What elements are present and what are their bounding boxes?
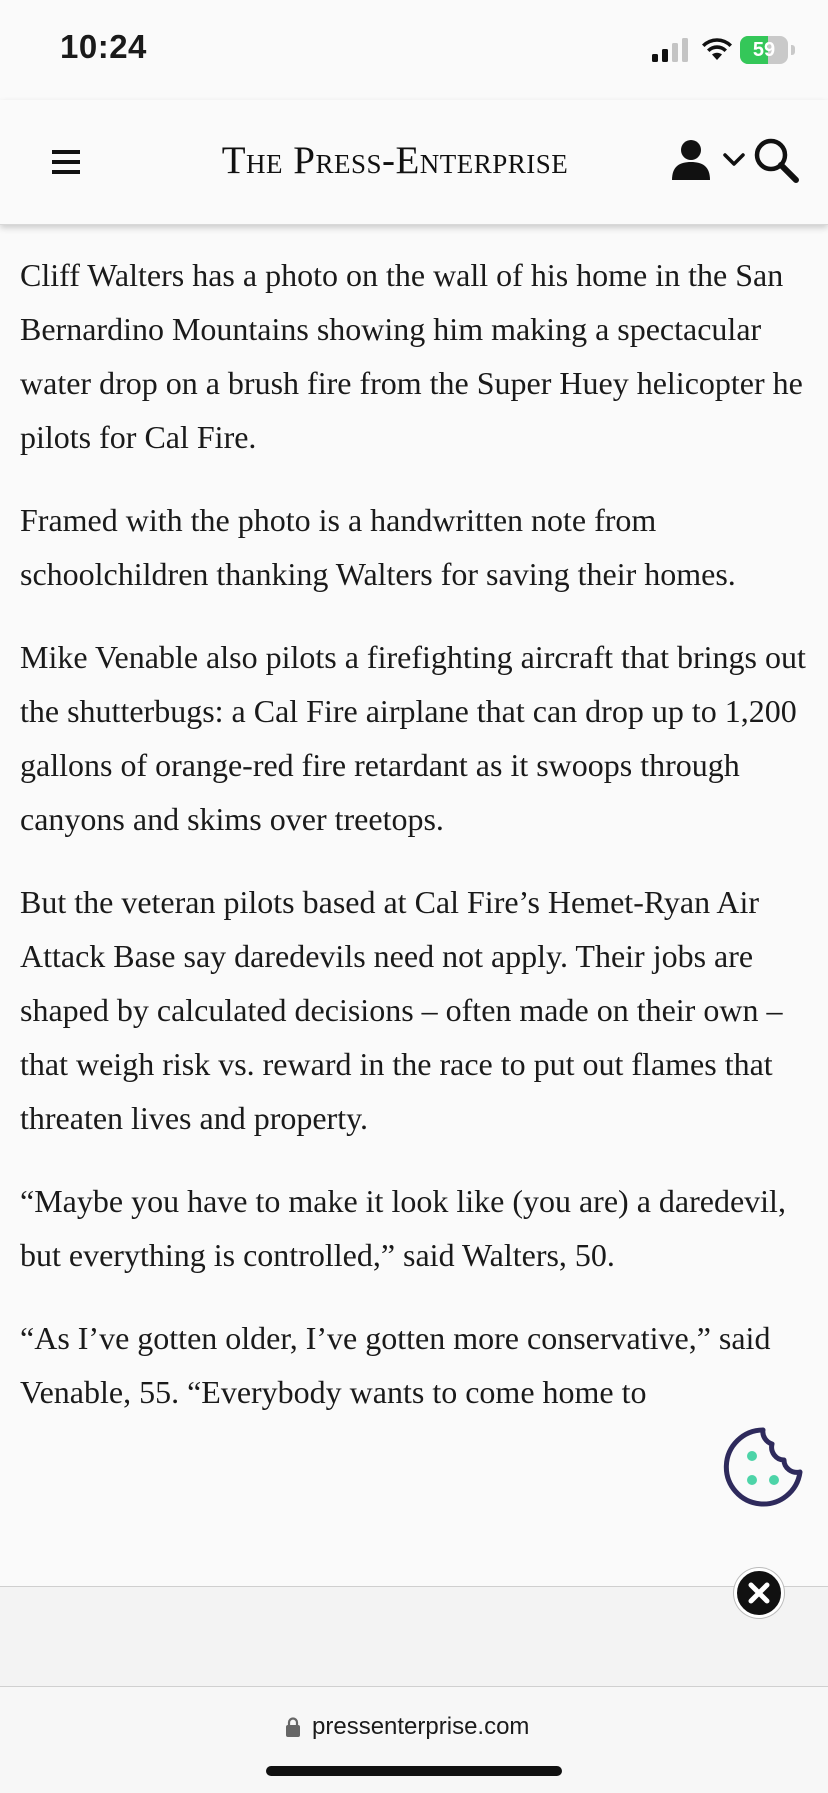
status-time: 10:24 bbox=[60, 28, 147, 65]
lock-icon bbox=[286, 1717, 300, 1737]
battery-percent: 59 bbox=[752, 39, 776, 61]
status-bar: 10:24 59 bbox=[0, 0, 828, 100]
ad-close-button[interactable] bbox=[734, 1568, 784, 1618]
cookie-settings-button[interactable] bbox=[722, 1426, 804, 1508]
search-icon bbox=[754, 138, 799, 183]
article-paragraph: “Maybe you have to make it look like (yo… bbox=[20, 1183, 786, 1273]
article-paragraph: “As I’ve gotten older, I’ve gotten more … bbox=[20, 1320, 771, 1410]
user-icon bbox=[672, 140, 710, 180]
cookie-icon bbox=[723, 1427, 803, 1507]
article-body: Cliff Walters has a photo on the wall of… bbox=[20, 224, 810, 1586]
site-logo[interactable]: The Press-Enterprise bbox=[170, 138, 620, 183]
browser-url-bar[interactable]: pressenterprise.com bbox=[0, 1686, 828, 1793]
article-paragraph: Cliff Walters has a photo on the wall of… bbox=[20, 257, 803, 455]
article-paragraph: But the veteran pilots based at Cal Fire… bbox=[20, 884, 783, 1136]
search-button[interactable] bbox=[752, 136, 802, 186]
article-paragraph: Mike Venable also pilots a firefighting … bbox=[20, 639, 806, 837]
chevron-down-icon bbox=[723, 153, 745, 166]
url-domain: pressenterprise.com bbox=[312, 1713, 530, 1740]
article-paragraph: Framed with the photo is a handwritten n… bbox=[20, 502, 736, 592]
ad-slot bbox=[0, 1586, 828, 1687]
home-indicator bbox=[266, 1766, 562, 1776]
battery-icon: 59 bbox=[740, 36, 798, 64]
close-icon bbox=[748, 1582, 770, 1604]
account-button[interactable] bbox=[670, 138, 752, 184]
cellular-signal-icon bbox=[652, 38, 688, 62]
wifi-icon bbox=[702, 38, 732, 60]
menu-button[interactable] bbox=[44, 142, 88, 182]
site-header: The Press-Enterprise bbox=[0, 100, 828, 225]
